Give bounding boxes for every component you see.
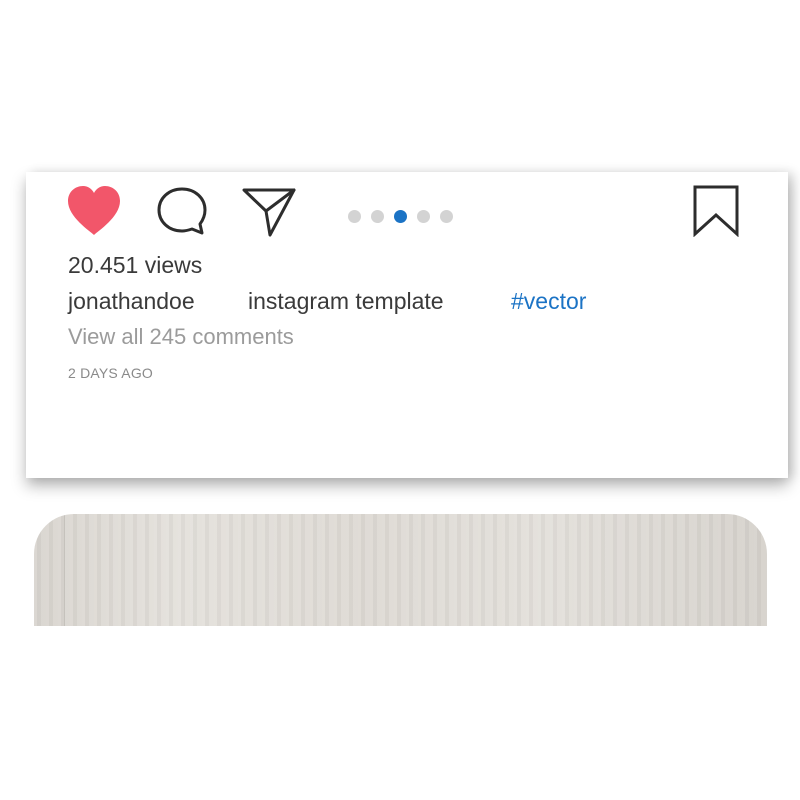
caption-row: jonathandoe instagram template #vector — [68, 288, 768, 318]
share-icon[interactable] — [241, 186, 297, 238]
hashtag-link[interactable]: #vector — [511, 288, 586, 315]
carousel-dot[interactable] — [348, 209, 361, 223]
heart-icon[interactable] — [66, 185, 122, 237]
carousel-dot[interactable] — [417, 209, 430, 223]
post-timestamp: 2 DAYS AGO — [68, 365, 153, 381]
carousel-dot-active[interactable] — [394, 209, 407, 223]
photo-texture-seam — [64, 514, 65, 626]
carousel-dot[interactable] — [440, 209, 453, 223]
view-all-comments-link[interactable]: View all 245 comments — [68, 324, 294, 350]
carousel-dot[interactable] — [371, 209, 384, 223]
views-count: 20.451 views — [68, 252, 203, 278]
carousel-indicator — [348, 209, 453, 223]
username-link[interactable]: jonathandoe — [68, 288, 195, 315]
page: 20.451 views jonathandoe instagram templ… — [0, 0, 800, 800]
comment-icon[interactable] — [156, 186, 208, 236]
bookmark-icon[interactable] — [692, 185, 740, 237]
next-post-image[interactable] — [34, 514, 767, 626]
post-card: 20.451 views jonathandoe instagram templ… — [26, 172, 788, 478]
caption-text: instagram template — [248, 288, 444, 314]
